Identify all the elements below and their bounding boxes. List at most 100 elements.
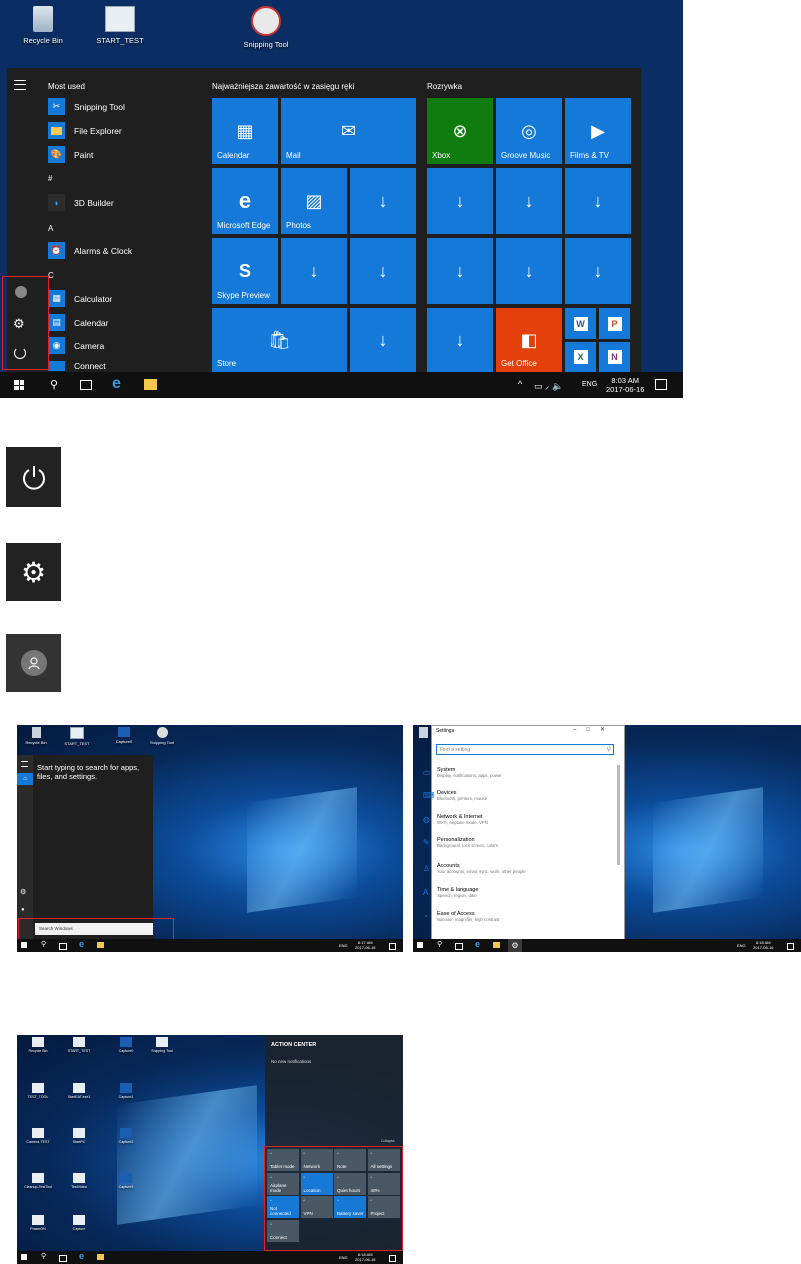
find-setting-input[interactable]: Find a setting ⚲ [436,744,614,755]
task-view-icon[interactable] [455,943,463,950]
settings-item-time-language[interactable]: A Time & language Speech, region, date [423,887,478,898]
edge-taskbar-icon[interactable]: e [79,1251,84,1261]
notification-icon[interactable] [787,943,794,950]
tile-powerpoint[interactable]: P [599,308,630,339]
tile-word[interactable]: W [565,308,596,339]
tile-excel[interactable]: X [565,342,596,372]
app-connect[interactable]: Connect [48,361,106,371]
desktop-icon-recycle-bin[interactable]: Recycle Bin [18,6,68,45]
tile-download-1[interactable]: ↓ [350,168,416,234]
tile-store[interactable]: 🛍 Store [212,308,347,372]
file-explorer-taskbar-icon[interactable] [144,379,157,390]
desktop-icon-recycle-bin[interactable] [415,727,431,738]
tile-download-3[interactable]: ↓ [350,238,416,304]
settings-item-devices[interactable]: ⌨ Devices Bluetooth, printers, mouse [423,790,487,801]
task-view-icon[interactable] [59,1255,67,1262]
app-paint[interactable]: 🎨 Paint [48,146,93,163]
clock[interactable]: 8:03 AM 2017-06-16 [606,376,644,394]
language-indicator[interactable]: ENG [582,381,597,388]
desktop-icon-snipping-tool[interactable]: Snipping Tool [145,727,179,745]
file-explorer-taskbar-icon[interactable] [97,1254,104,1260]
desktop-icon[interactable]: TEST_TOOL [21,1083,55,1099]
search-icon[interactable]: ⚲ [41,1252,46,1260]
settings-gear-icon[interactable]: ⚙ [20,888,26,896]
search-icon[interactable]: ⚲ [50,378,58,391]
hamburger-icon[interactable] [21,761,28,767]
settings-item-network[interactable]: ◍ Network & Internet Wi-Fi, airplane mode,… [423,814,488,825]
notification-icon[interactable] [389,1255,396,1262]
tray-chevron-icon[interactable]: ^ [518,379,522,389]
tile-xbox[interactable]: ⊗ Xbox [427,98,493,164]
app-calculator[interactable]: ▦ Calculator [48,290,112,307]
desktop-icon-recycle-bin[interactable]: Recycle Bin [21,727,51,745]
desktop-icon[interactable]: Recycle Bin [21,1037,55,1053]
notification-icon[interactable] [655,379,667,390]
desktop-icon[interactable]: Capture2 [109,1128,143,1144]
settings-item-accounts[interactable]: ♙ Accounts Your accounts, email, sync, wor… [423,863,526,874]
notification-icon[interactable] [389,943,396,950]
tile-download-4[interactable]: ↓ [350,308,416,372]
tile-download-9[interactable]: ↓ [496,238,562,304]
letter-hash[interactable]: # [48,174,52,183]
user-account-icon[interactable]: ● [21,907,25,913]
edge-taskbar-icon[interactable]: e [475,939,480,949]
tile-microsoft-edge[interactable]: e Microsoft Edge [212,168,278,234]
tile-download-2[interactable]: ↓ [281,238,347,304]
task-view-icon[interactable] [59,943,67,950]
desktop-icon[interactable]: Capture3 [109,1173,143,1189]
window-controls[interactable]: –□✕ [573,726,615,733]
tile-download-10[interactable]: ↓ [565,238,631,304]
clock[interactable]: 8:18 AM 2017-06-16 [355,1252,375,1262]
tray-icons[interactable]: ▭ ⸝ 🔈 [534,379,563,392]
app-camera[interactable]: ◉ Camera [48,337,104,354]
settings-item-personalization[interactable]: ✎ Personalization Background, lock screen,… [423,837,498,848]
language-indicator[interactable]: ENG [737,943,746,948]
windows-start-icon[interactable] [14,380,24,390]
tile-mail[interactable]: ✉ Mail [281,98,416,164]
clock[interactable]: 8:18 AM 2017-06-16 [753,940,773,950]
desktop-icon[interactable]: START_TEST [62,1037,96,1053]
hamburger-icon[interactable] [14,80,26,90]
desktop-icon[interactable]: Capture0 [109,1037,143,1053]
home-icon[interactable]: ⌂ [17,773,33,785]
settings-taskbar-icon[interactable]: ⚙ [508,939,522,952]
app-snipping-tool[interactable]: ✂ Snipping Tool [48,98,125,115]
desktop-icon[interactable]: Camera-TEST [21,1128,55,1144]
letter-a[interactable]: A [48,224,53,233]
app-alarms-clock[interactable]: ⏰ Alarms & Clock [48,242,132,259]
task-view-icon[interactable] [80,380,92,390]
settings-scrollbar[interactable] [617,765,620,865]
desktop-icon[interactable]: StartEAT.exe1 [62,1083,96,1099]
tile-get-office[interactable]: ◧ Get Office [496,308,562,372]
clock[interactable]: 8:17 AM 2017-06-16 [355,940,375,950]
desktop-icon[interactable]: Capture [62,1215,96,1231]
desktop-icon-snipping-tool[interactable]: Snipping Tool [236,6,296,49]
desktop-icon-capture0[interactable]: Capture0 [109,727,139,744]
tile-photos[interactable]: ▨ Photos [281,168,347,234]
desktop-icon[interactable]: Cleanup-TestTool [21,1173,55,1189]
windows-start-icon[interactable] [21,1254,27,1260]
tile-calendar[interactable]: ▦ Calendar [212,98,278,164]
edge-taskbar-icon[interactable]: e [79,939,84,949]
app-3d-builder[interactable]: ◗ 3D Builder [48,194,114,211]
search-icon[interactable]: ⚲ [41,940,46,948]
settings-item-system[interactable]: ▭ System Display, notifications, apps, pow… [423,767,502,778]
desktop-icon[interactable]: StartPC [62,1128,96,1144]
desktop-icon[interactable]: Capture1 [109,1083,143,1099]
tile-groove-music[interactable]: ◎ Groove Music [496,98,562,164]
tile-download-5[interactable]: ↓ [427,168,493,234]
file-explorer-taskbar-icon[interactable] [493,942,500,948]
file-explorer-taskbar-icon[interactable] [97,942,104,948]
desktop-icon[interactable]: TestVideo [62,1173,96,1189]
tile-download-7[interactable]: ↓ [565,168,631,234]
desktop-icon-start-test[interactable]: START_TEST [90,6,150,45]
edge-taskbar-icon[interactable]: e [112,375,121,393]
app-file-explorer[interactable]: File Explorer [48,122,122,139]
windows-start-icon[interactable] [417,942,423,948]
desktop-icon[interactable]: Snipping Tool [145,1037,179,1053]
tile-download-8[interactable]: ↓ [427,238,493,304]
desktop-icon-start-test[interactable]: START_TEST [62,727,92,746]
language-indicator[interactable]: ENG [339,943,348,948]
app-calendar[interactable]: ▤ Calendar [48,314,109,331]
tile-download-11[interactable]: ↓ [427,308,493,372]
